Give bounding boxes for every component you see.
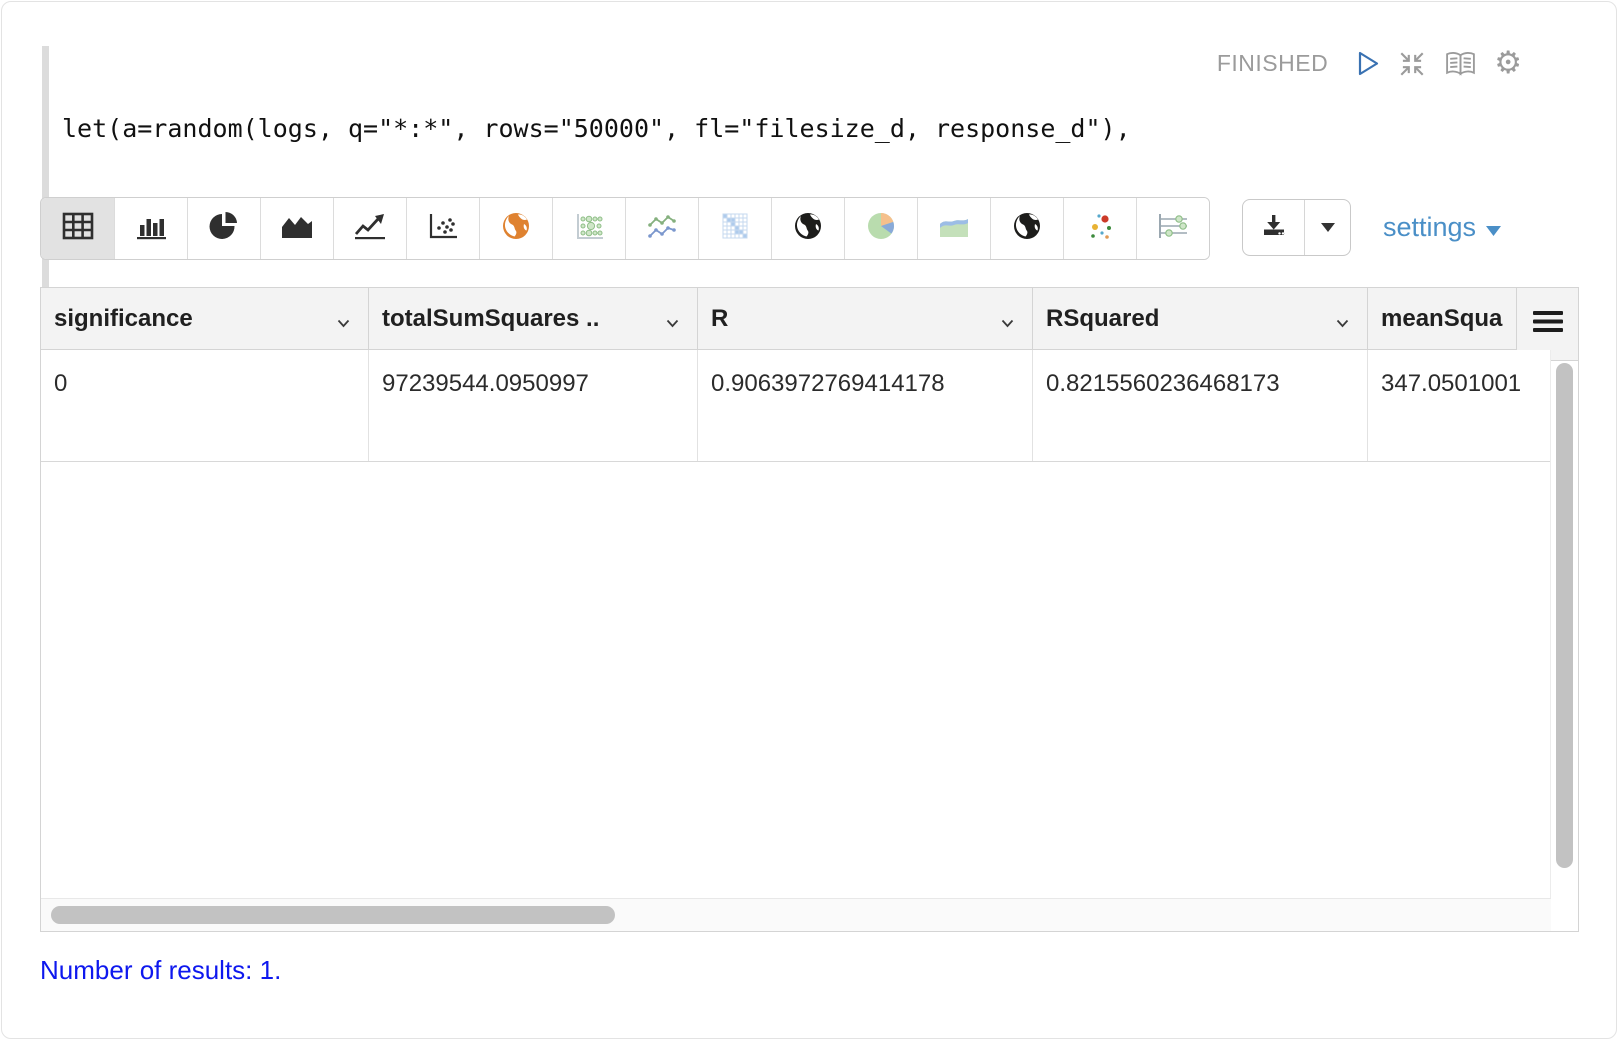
globe-dark-button[interactable] xyxy=(990,198,1063,259)
scatter-colored-button[interactable] xyxy=(1063,198,1136,259)
globe-dark-button[interactable] xyxy=(771,198,844,259)
area-chart-icon xyxy=(279,211,315,246)
line-chart-icon xyxy=(352,211,388,246)
table-button[interactable] xyxy=(41,198,114,259)
scatter-chart-icon xyxy=(426,211,460,246)
caret-down-icon xyxy=(1486,212,1501,243)
range-sliders-button[interactable] xyxy=(1136,198,1209,259)
heatmap-icon xyxy=(719,211,751,246)
grid-header-row: significance totalSumSquares .. R RSquar… xyxy=(41,288,1578,350)
globe-dark-icon xyxy=(1011,210,1043,247)
collapse-icon[interactable] xyxy=(1397,49,1427,79)
scatter-colored-icon xyxy=(1083,210,1117,247)
bar-chart-button[interactable] xyxy=(114,198,187,259)
download-options-button[interactable] xyxy=(1305,200,1350,255)
area-colored-icon xyxy=(936,211,972,246)
chevron-down-icon[interactable] xyxy=(337,315,350,333)
globe-dark-icon xyxy=(792,210,824,247)
grid-viewport: 0 97239544.0950997 0.9063972769414178 0.… xyxy=(41,350,1551,898)
visualization-toolbar xyxy=(40,197,1210,260)
cell-meanSquaredError: 347.0501001 xyxy=(1368,350,1550,461)
multi-line-icon xyxy=(645,211,679,246)
range-sliders-icon xyxy=(1155,211,1191,246)
pie-colored-button[interactable] xyxy=(844,198,917,259)
settings-link[interactable]: settings xyxy=(1383,212,1501,243)
cell-RSquared: 0.8215560236468173 xyxy=(1033,350,1368,461)
column-header-R[interactable]: R xyxy=(698,288,1033,349)
globe-orange-icon xyxy=(500,210,532,247)
vertical-scrollbar[interactable] xyxy=(1556,363,1573,868)
settings-label: settings xyxy=(1383,212,1476,243)
heatmap-button[interactable] xyxy=(698,198,771,259)
scatter-chart-button[interactable] xyxy=(406,198,479,259)
run-play-icon[interactable] xyxy=(1353,50,1380,77)
table-icon xyxy=(61,211,95,246)
download-icon xyxy=(1261,213,1287,242)
cell-R: 0.9063972769414178 xyxy=(698,350,1033,461)
cell-significance: 0 xyxy=(41,350,369,461)
pie-chart-icon xyxy=(207,210,241,247)
area-colored-button[interactable] xyxy=(917,198,990,259)
menu-icon xyxy=(1533,311,1563,337)
area-chart-button[interactable] xyxy=(260,198,333,259)
pie-chart-button[interactable] xyxy=(187,198,260,259)
chevron-down-icon[interactable] xyxy=(1001,315,1014,333)
column-header-significance[interactable]: significance xyxy=(41,288,369,349)
bubble-grid-icon xyxy=(572,211,606,246)
book-icon[interactable] xyxy=(1444,50,1477,78)
code-line: let(a=random(logs, q="*:*", rows="50000"… xyxy=(62,112,1131,145)
line-chart-button[interactable] xyxy=(333,198,406,259)
chevron-down-icon[interactable] xyxy=(1336,315,1349,333)
table-row[interactable]: 0 97239544.0950997 0.9063972769414178 0.… xyxy=(41,350,1550,462)
results-count: Number of results: 1. xyxy=(40,955,281,986)
paragraph-controls: FINISHED ⚙ xyxy=(1217,48,1522,79)
multi-line-button[interactable] xyxy=(625,198,698,259)
notebook-paragraph: let(a=random(logs, q="*:*", rows="50000"… xyxy=(1,1,1617,1039)
caret-down-icon xyxy=(1321,219,1335,237)
column-header-RSquared[interactable]: RSquared xyxy=(1033,288,1368,349)
column-header-totalSumSquares[interactable]: totalSumSquares .. xyxy=(369,288,698,349)
download-button[interactable] xyxy=(1243,200,1305,255)
horizontal-scrollbar-thumb[interactable] xyxy=(51,906,615,924)
pie-colored-icon xyxy=(864,209,898,248)
cell-totalSumSquares: 97239544.0950997 xyxy=(369,350,698,461)
globe-orange-button[interactable] xyxy=(479,198,552,259)
bar-chart-icon xyxy=(133,211,169,246)
bubble-grid-button[interactable] xyxy=(552,198,625,259)
download-split-button xyxy=(1242,199,1351,256)
gear-icon[interactable]: ⚙ xyxy=(1494,48,1522,79)
status-badge: FINISHED xyxy=(1217,50,1328,77)
results-grid: significance totalSumSquares .. R RSquar… xyxy=(40,287,1579,932)
chevron-down-icon[interactable] xyxy=(666,315,679,333)
horizontal-scrollbar-track[interactable] xyxy=(41,898,1551,931)
